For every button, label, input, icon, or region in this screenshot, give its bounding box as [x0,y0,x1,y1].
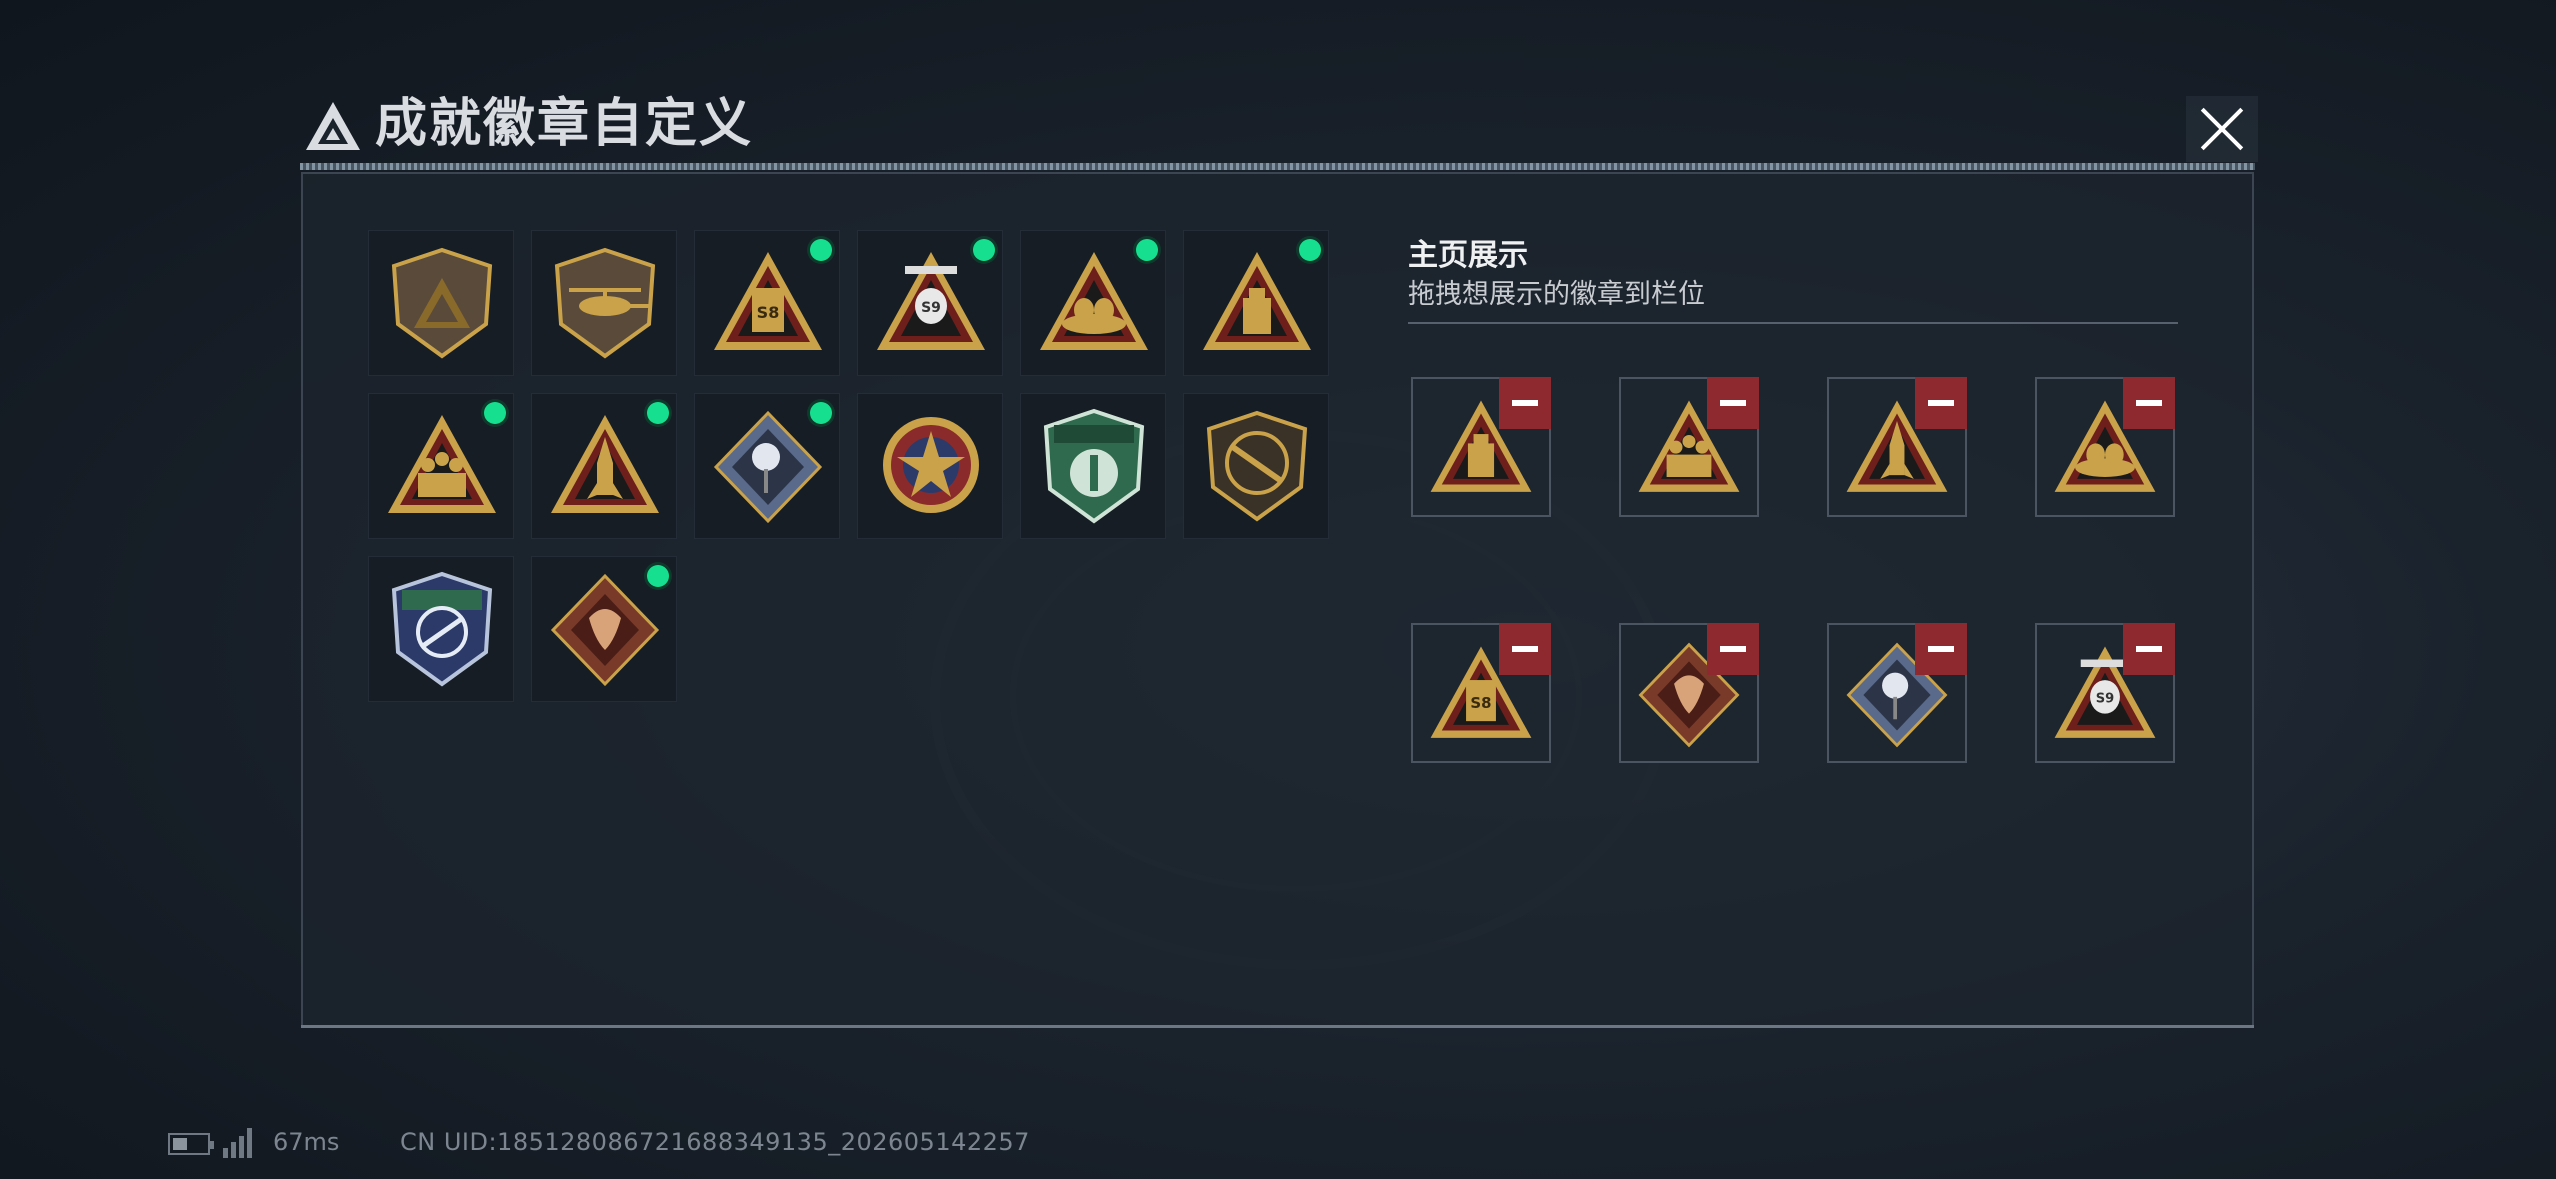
triangle-logo-icon [306,102,360,150]
remove-badge-button[interactable] [1915,623,1967,675]
crosshair-knife-shield-badge-icon [391,571,493,687]
badge-tile[interactable] [1183,393,1329,539]
remove-badge-button[interactable] [1499,623,1551,675]
showcase-slot[interactable] [2035,377,2175,517]
new-indicator-dot [647,402,669,424]
ping-text: 67ms [273,1128,340,1156]
badge-tile[interactable] [1183,230,1329,376]
new-indicator-dot [1299,239,1321,261]
rocket-triangle-badge-icon [551,415,659,513]
remove-badge-button[interactable] [2123,377,2175,429]
new-indicator-dot [484,402,506,424]
badge-tile[interactable]: S8 [694,230,840,376]
remove-badge-button[interactable] [1915,377,1967,429]
remove-badge-button[interactable] [1707,377,1759,429]
nest-eggs-triangle-badge-icon [1040,252,1148,350]
rifle-shield-badge-icon [1206,410,1308,522]
remove-badge-button[interactable] [2123,623,2175,675]
helicopter-shield-badge-icon [554,247,656,359]
showcase-slot[interactable]: S9 [2035,623,2175,763]
badge-tile[interactable] [1020,393,1166,539]
star-medallion-badge-icon [883,417,979,513]
badge-tile[interactable]: S9 [857,230,1003,376]
header-divider [300,163,2255,170]
badge-tile[interactable] [694,393,840,539]
badge-tile[interactable] [857,393,1003,539]
badge-tile[interactable] [531,230,677,376]
new-indicator-dot [810,239,832,261]
soldiers-triangle-badge-icon [388,415,496,513]
dragon-diamond-badge-icon [550,573,660,687]
usb-drive-triangle-badge-icon [1203,252,1311,350]
svg-text:S8: S8 [757,303,780,322]
uid-text: CN UID:185128086721688349135_20260514225… [400,1128,1030,1156]
rose-diamond-badge-icon [713,410,823,524]
panel-bottom-border [301,1025,2254,1028]
close-button[interactable] [2186,96,2258,162]
badge-tile[interactable] [368,393,514,539]
badge-tile[interactable] [531,393,677,539]
svg-text:S9: S9 [2096,691,2114,706]
badge-tile[interactable] [1020,230,1166,376]
svg-text:S9: S9 [921,300,941,316]
showcase-divider [1408,322,2178,324]
showcase-title: 主页展示 [1408,238,1528,273]
battery-icon [168,1133,214,1155]
new-indicator-dot [647,565,669,587]
green-shield-badge-icon [1043,408,1145,524]
badge-tile[interactable] [531,556,677,702]
s8-gold-triangle-badge-icon: S8 [714,252,822,350]
remove-badge-button[interactable] [1499,377,1551,429]
showcase-slot[interactable] [1411,377,1551,517]
new-indicator-dot [810,402,832,424]
new-indicator-dot [973,239,995,261]
s9-parachute-triangle-badge-icon: S9 [877,252,985,350]
shield-triangle-badge-icon [391,247,493,359]
new-indicator-dot [1136,239,1158,261]
showcase-slot[interactable] [1619,377,1759,517]
showcase-subtitle: 拖拽想展示的徽章到栏位 [1408,279,1705,310]
remove-badge-button[interactable] [1707,623,1759,675]
badge-tile[interactable] [368,230,514,376]
page-title: 成就徽章自定义 [375,94,754,154]
showcase-slot[interactable] [1827,377,1967,517]
svg-text:S8: S8 [1470,694,1491,712]
signal-icon [223,1128,257,1158]
badge-tile[interactable] [368,556,514,702]
showcase-slot[interactable] [1827,623,1967,763]
showcase-slot[interactable]: S8 [1411,623,1551,763]
showcase-slot[interactable] [1619,623,1759,763]
